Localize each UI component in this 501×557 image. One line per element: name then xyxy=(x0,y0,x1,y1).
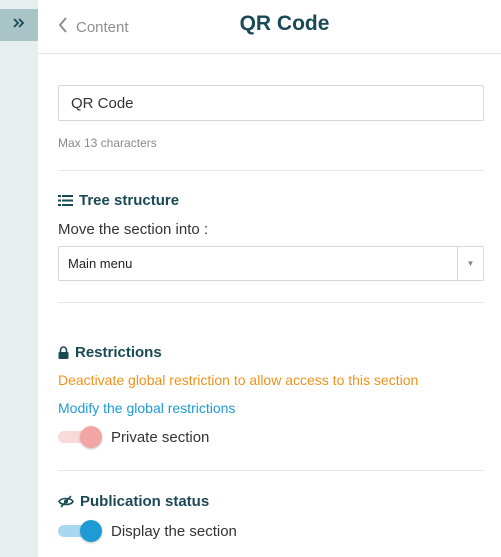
page-title: QR Code xyxy=(239,12,330,35)
section-name-input[interactable] xyxy=(58,85,484,121)
display-section-toggle-row[interactable]: Display the section xyxy=(58,519,237,543)
parent-section-selected: Main menu xyxy=(68,256,133,271)
display-section-toggle[interactable] xyxy=(58,519,102,543)
private-section-label: Private section xyxy=(111,428,210,446)
divider xyxy=(58,470,484,471)
parent-section-select[interactable]: Main menu ▼ xyxy=(58,246,484,281)
dropdown-arrow-icon: ▼ xyxy=(457,247,483,280)
private-section-toggle[interactable] xyxy=(58,425,102,449)
restrictions-heading: Restrictions xyxy=(58,344,162,361)
list-icon xyxy=(58,194,73,207)
private-section-toggle-row[interactable]: Private section xyxy=(58,425,209,449)
tree-structure-heading: Tree structure xyxy=(58,192,179,209)
modify-restrictions-link[interactable]: Modify the global restrictions xyxy=(58,400,235,416)
divider xyxy=(58,302,484,303)
publication-heading: Publication status xyxy=(58,493,209,510)
move-section-label: Move the section into : xyxy=(58,221,209,238)
divider xyxy=(58,170,484,171)
expand-sidebar-button[interactable] xyxy=(0,9,38,41)
restriction-warning: Deactivate global restriction to allow a… xyxy=(58,372,419,388)
double-chevron-right-icon xyxy=(12,16,26,35)
panel-header: Content QR Code xyxy=(38,0,501,54)
toggle-knob xyxy=(80,520,102,542)
section-settings-panel: Content QR Code Max 13 characters Tree s… xyxy=(38,0,501,557)
name-length-hint: Max 13 characters xyxy=(58,136,157,150)
toggle-knob xyxy=(80,426,102,448)
display-section-label: Display the section xyxy=(111,522,237,540)
lock-icon xyxy=(58,346,69,359)
tree-structure-title: Tree structure xyxy=(79,192,180,209)
restrictions-title: Restrictions xyxy=(75,344,162,361)
eye-slash-icon xyxy=(58,495,74,508)
sidebar xyxy=(0,0,38,557)
publication-title: Publication status xyxy=(80,493,210,510)
